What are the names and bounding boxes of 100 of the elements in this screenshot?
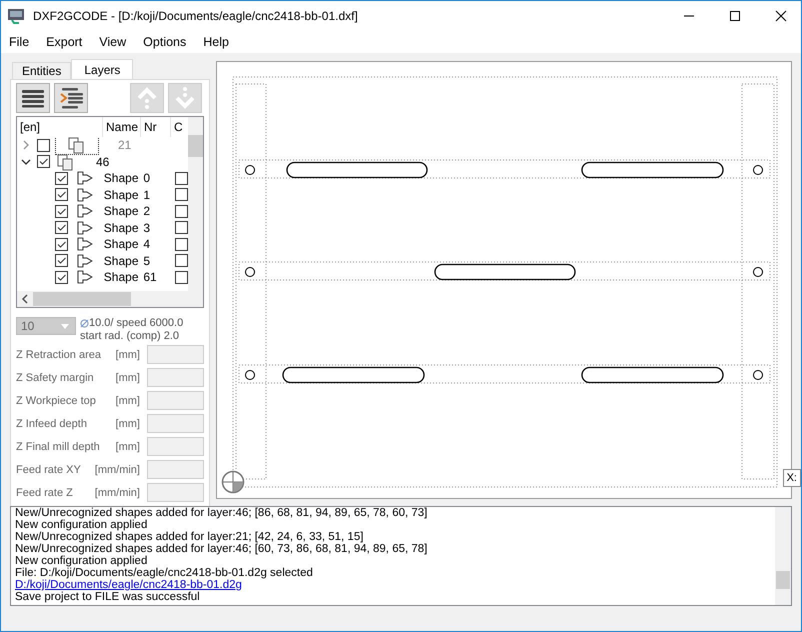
menu-item[interactable]: View: [99, 35, 126, 49]
parameter-label: Z Safety margin: [16, 372, 95, 384]
menu-item[interactable]: Export: [46, 35, 82, 49]
shape-icon: [76, 270, 94, 284]
shape-icon: [76, 188, 94, 202]
checkbox[interactable]: [55, 270, 68, 284]
input-field[interactable]: [147, 414, 204, 433]
chevron-down-icon[interactable]: [21, 156, 31, 167]
shape-icon: [76, 237, 94, 252]
column-header[interactable]: C: [171, 117, 184, 137]
checkbox[interactable]: [37, 138, 50, 152]
parameter-label: Z Final mill depth: [16, 440, 101, 452]
log-line: New/Unrecognized shapes added for layer:46; [60, 73, 86, 68, 81, 94, 89, 65, 78]: [15, 543, 428, 555]
log-line: Save project to FILE was successful: [15, 591, 201, 603]
chevron-right-icon[interactable]: [21, 140, 31, 150]
unit-label: [mm]: [114, 418, 141, 430]
checkbox[interactable]: [175, 204, 188, 218]
shape-number: 0: [142, 171, 152, 186]
log-line: New/Unrecognized shapes added for layer:46; [86, 68, 81, 94, 89, 65, 78, 60, 73]: [15, 507, 428, 519]
coordinate-tooltip: X:: [782, 469, 801, 487]
crosshair-icon: [221, 470, 245, 494]
indent-icon: [58, 87, 84, 109]
log-link[interactable]: D:/koji/Documents/eagle/cnc2418-bb-01.d2g: [15, 579, 242, 591]
checkbox[interactable]: [175, 238, 188, 251]
shape-number: 61: [142, 270, 158, 284]
unit-label: [mm]: [114, 394, 141, 406]
horizontal-scrollbar[interactable]: [17, 291, 188, 307]
input-field[interactable]: [147, 391, 204, 410]
shape-number: 5: [142, 254, 152, 268]
menu-item[interactable]: Options: [143, 35, 186, 49]
arrow-down-icon: [174, 86, 196, 110]
checkbox[interactable]: [55, 204, 68, 218]
log-line: File: D:/koji/Documents/eagle/cnc2418-bb-01.d2g selected: [15, 567, 314, 579]
layer-name: 21: [118, 138, 132, 152]
parameter-label: Feed rate Z: [16, 486, 74, 498]
shape-number: 2: [142, 204, 152, 218]
checkbox[interactable]: [55, 254, 68, 268]
shape-icon: [76, 254, 94, 268]
vertical-scrollbar[interactable]: [188, 117, 203, 307]
input-field[interactable]: [147, 460, 204, 479]
shape-name: Shape: [104, 188, 140, 202]
maximize-icon[interactable]: [729, 10, 741, 22]
toolbar-button[interactable]: [16, 83, 50, 113]
checkbox[interactable]: [55, 172, 68, 185]
shape-name: Shape: [104, 171, 140, 186]
checkbox[interactable]: [175, 188, 188, 202]
checkbox[interactable]: [175, 270, 188, 284]
unit-label: [mm/min]: [94, 486, 141, 498]
log-line: New configuration applied: [15, 555, 148, 567]
shape-name: Shape: [104, 254, 140, 268]
checkbox[interactable]: [55, 221, 68, 234]
input-field[interactable]: [147, 345, 204, 364]
shape-number: 3: [142, 220, 152, 235]
checkbox[interactable]: [175, 254, 188, 268]
checkbox[interactable]: [175, 172, 188, 185]
tool-info: 10.0/ speed 6000.0: [89, 317, 184, 330]
unit-label: [mm]: [114, 372, 141, 384]
log-line: New configuration applied: [15, 519, 148, 531]
checkbox[interactable]: [55, 238, 68, 251]
parameter-label: Feed rate XY: [16, 464, 82, 476]
arrow-up-icon: [136, 86, 158, 110]
unit-label: [mm]: [114, 348, 141, 360]
input-field[interactable]: [147, 368, 204, 387]
parameter-label: Z Retraction area: [16, 348, 102, 360]
parameter-label: Z Infeed depth: [16, 418, 88, 430]
layer-name: 46: [96, 154, 110, 169]
shape-number: 4: [142, 237, 152, 252]
window-title: DXF2GCODE - [D:/koji/Documents/eagle/cnc2418-bb-01.dxf]: [33, 9, 358, 23]
shape-name: Shape: [104, 237, 140, 252]
shape-name: Shape: [104, 220, 140, 235]
unit-label: [mm]: [114, 440, 141, 452]
close-icon[interactable]: [775, 10, 787, 22]
shape-name: Shape: [104, 270, 140, 284]
tool-info: start rad. (comp) 2.0: [80, 330, 180, 343]
checkbox[interactable]: [175, 221, 188, 234]
shape-number: 1: [142, 188, 152, 202]
menu-item[interactable]: Help: [203, 35, 229, 49]
input-field[interactable]: [147, 437, 204, 456]
unit-label: [mm/min]: [94, 464, 141, 476]
dropdown-arrow-icon: [61, 324, 69, 328]
column-header[interactable]: Nr: [141, 117, 171, 137]
tab[interactable]: Entities: [12, 62, 72, 79]
diameter-icon: [80, 319, 89, 328]
checkbox[interactable]: [37, 155, 50, 168]
menu-item[interactable]: File: [9, 35, 30, 49]
shape-icon: [76, 171, 94, 186]
list-icon: [21, 88, 45, 108]
shape-name: Shape: [104, 204, 140, 218]
tab[interactable]: Layers: [71, 59, 134, 79]
app-icon: [7, 8, 25, 24]
toolbar-button[interactable]: [54, 83, 88, 113]
vertical-scrollbar[interactable]: [775, 507, 791, 605]
scroll-left-icon[interactable]: [21, 294, 29, 304]
shape-icon: [76, 220, 94, 235]
shape-icon: [76, 204, 94, 218]
checkbox[interactable]: [55, 188, 68, 202]
parameter-label: Z Workpiece top: [16, 394, 97, 406]
column-header[interactable]: Name: [103, 117, 141, 137]
input-field[interactable]: [147, 483, 204, 502]
log-line: New/Unrecognized shapes added for layer:21; [42, 24, 6, 33, 51, 15]: [15, 531, 364, 543]
